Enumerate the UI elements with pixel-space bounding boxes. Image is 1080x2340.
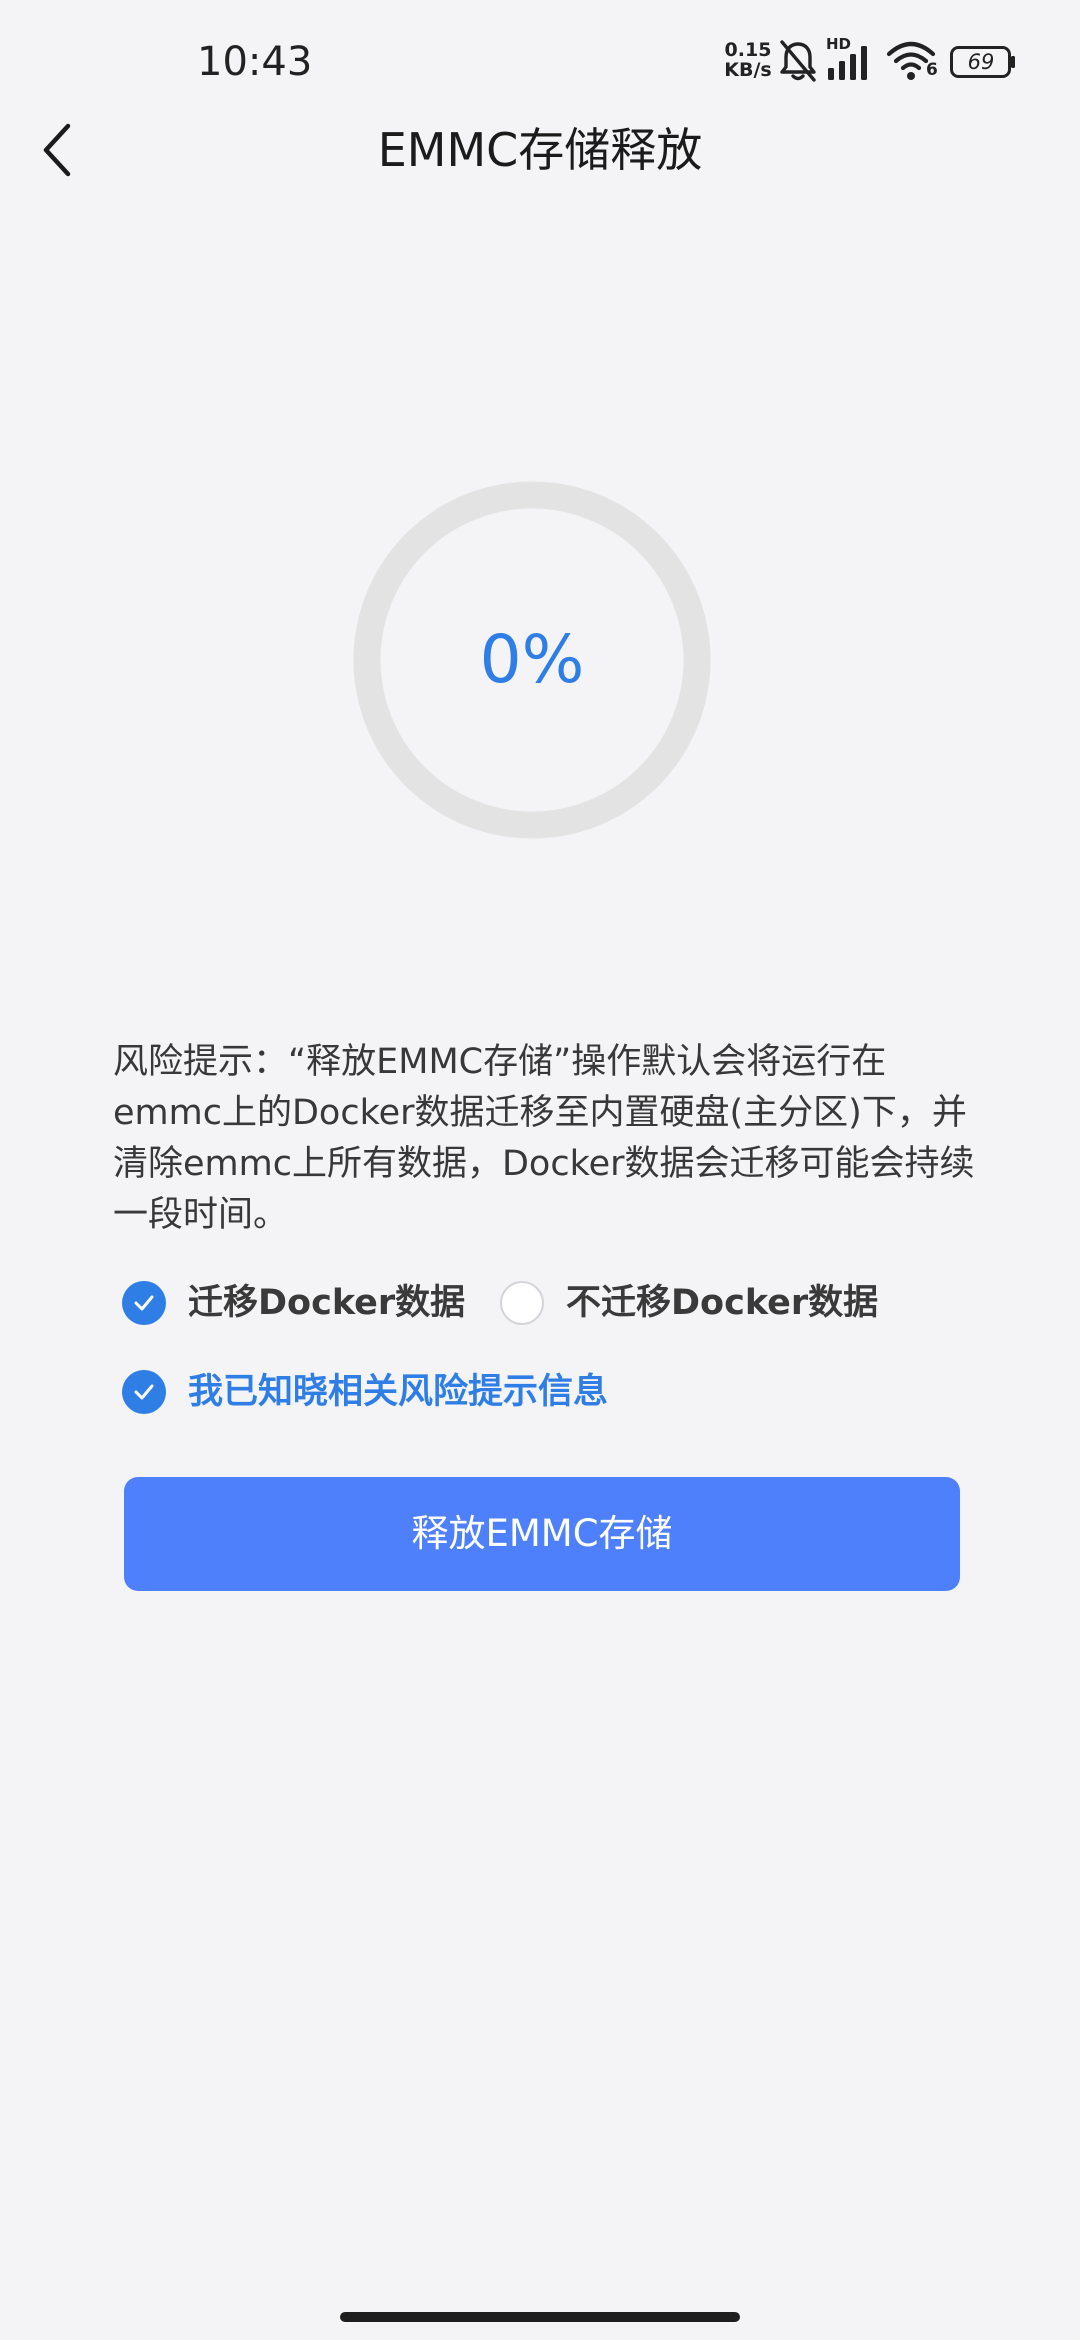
check-icon xyxy=(134,1295,154,1311)
migrate-docker-radio[interactable] xyxy=(122,1281,166,1325)
wifi-generation-label: 6 xyxy=(926,60,938,80)
battery: 69 xyxy=(950,46,1016,78)
migrate-docker-label: 迁移Docker数据 xyxy=(188,1283,466,1323)
no-migrate-docker-radio[interactable] xyxy=(500,1281,544,1325)
network-speed-value: 0.15 xyxy=(724,39,772,61)
acknowledge-risk-option[interactable]: 我已知晓相关风险提示信息 xyxy=(122,1367,608,1417)
check-icon xyxy=(134,1384,154,1400)
cellular-signal: HD xyxy=(826,36,878,84)
battery-level: 69 xyxy=(967,50,995,74)
home-indicator[interactable] xyxy=(340,2312,740,2322)
risk-notice: 风险提示：“释放EMMC存储”操作默认会将运行在emmc上的Docker数据迁移… xyxy=(113,1042,975,1235)
no-migrate-docker-option[interactable]: 不迁移Docker数据 xyxy=(500,1278,878,1328)
progress-percent: 0% xyxy=(479,621,585,698)
cellular-signal-icon xyxy=(828,46,867,80)
bell-off-icon xyxy=(780,40,816,82)
page-title: EMMC存储释放 xyxy=(377,123,703,177)
wifi-status: 6 xyxy=(886,38,942,84)
network-speed: 0.15 KB/s xyxy=(718,40,778,80)
status-time: 10:43 xyxy=(197,39,313,85)
migrate-docker-option[interactable]: 迁移Docker数据 xyxy=(122,1278,465,1328)
no-migrate-docker-label: 不迁移Docker数据 xyxy=(566,1283,879,1323)
acknowledge-risk-checkbox[interactable] xyxy=(122,1370,166,1414)
status-bar: 10:43 0.15 KB/s HD 6 69 xyxy=(0,0,1080,125)
acknowledge-risk-label: 我已知晓相关风险提示信息 xyxy=(188,1372,609,1412)
network-speed-unit: KB/s xyxy=(724,59,772,81)
release-emmc-button[interactable]: 释放EMMC存储 xyxy=(124,1477,960,1591)
